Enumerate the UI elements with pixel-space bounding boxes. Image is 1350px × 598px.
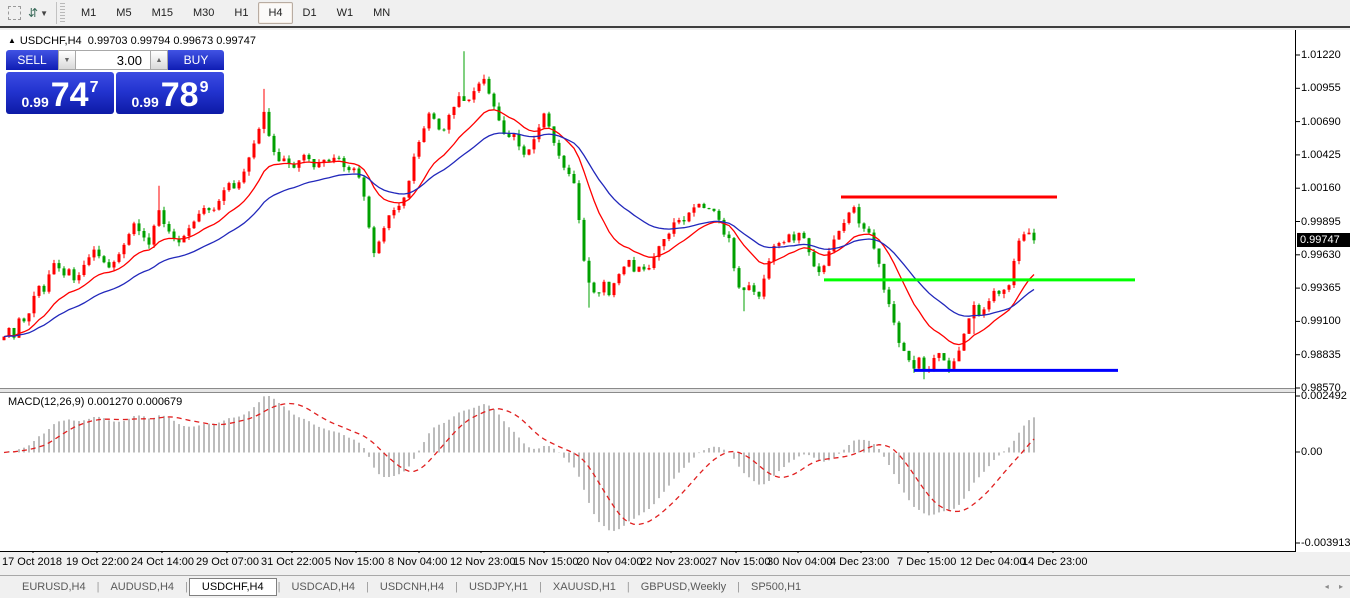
tab-scroll-arrows-icon[interactable]: ◂ ▸ (1325, 582, 1347, 591)
toolbar-grip[interactable] (60, 3, 65, 23)
macd-axis-label: 0.00 (1301, 446, 1322, 458)
time-axis-label: 14 Dec 23:00 (1022, 556, 1087, 568)
sell-button[interactable]: SELL (6, 50, 58, 70)
lot-decrease-button[interactable]: ▼ (58, 50, 76, 70)
time-axis-label: 30 Nov 04:00 (767, 556, 832, 568)
time-axis-label: 19 Oct 22:00 (66, 556, 129, 568)
price-axis-label: 0.99365 (1301, 282, 1341, 294)
time-axis-label: 27 Nov 15:00 (705, 556, 770, 568)
price-axis-label: 0.98835 (1301, 349, 1341, 361)
bottom-tab-USDCHF-H4[interactable]: USDCHF,H4 (189, 578, 277, 596)
bottom-tab-XAUUSD-H1[interactable]: XAUUSD,H1 (543, 579, 626, 595)
ma-slow-line (4, 133, 1034, 337)
time-axis-label: 8 Nov 04:00 (388, 556, 447, 568)
arrange-charts-icon[interactable]: ⇵ ▼ (28, 4, 48, 22)
current-price-badge: 0.99747 (1297, 233, 1350, 247)
macd-axis-label: -0.003913 (1301, 537, 1350, 549)
symbol-period-label: USDCHF,H4 (20, 35, 82, 47)
price-axis-label: 1.00425 (1301, 149, 1341, 161)
timeframe-button-M1[interactable]: M1 (71, 2, 106, 24)
timeframe-button-H4[interactable]: H4 (258, 2, 292, 24)
timeframe-button-H1[interactable]: H1 (224, 2, 258, 24)
bottom-tab-SP500-H1[interactable]: SP500,H1 (741, 579, 811, 595)
time-axis-label: 5 Nov 15:00 (325, 556, 384, 568)
time-axis-label: 12 Nov 23:00 (450, 556, 515, 568)
chart-tab-bar: EURUSD,H4|AUDUSD,H4|USDCHF,H4|USDCAD,H4|… (0, 575, 1350, 598)
buy-price-display[interactable]: 0.99 78 9 (116, 72, 224, 114)
price-axis-label: 1.00690 (1301, 116, 1341, 128)
time-axis-label: 22 Nov 23:00 (640, 556, 705, 568)
buy-price-sup: 9 (200, 80, 209, 96)
toolbar-separator (56, 2, 57, 24)
one-click-trade-panel: SELL ▼ 3.00 ▲ BUY 0.99 74 7 0.99 78 9 (6, 50, 224, 114)
time-axis-label: 4 Dec 23:00 (830, 556, 889, 568)
bottom-tab-AUDUSD-H4[interactable]: AUDUSD,H4 (100, 579, 184, 595)
pane-separator[interactable] (0, 389, 1296, 393)
timeframe-button-D1[interactable]: D1 (293, 2, 327, 24)
price-axis-label: 1.00160 (1301, 182, 1341, 194)
time-axis-label: 31 Oct 22:00 (261, 556, 324, 568)
macd-histogram (4, 396, 1034, 531)
mt4-window: ⇵ ▼ M1M5M15M30H1H4D1W1MN ▲ USDCHF,H4 0.99… (0, 0, 1350, 598)
ohlc-values: 0.99703 0.99794 0.99673 0.99747 (88, 35, 256, 47)
chart-shift-icon[interactable] (4, 4, 24, 22)
timeframe-toolbar: ⇵ ▼ M1M5M15M30H1H4D1W1MN (0, 0, 1350, 28)
bottom-tab-USDCNH-H4[interactable]: USDCNH,H4 (370, 579, 454, 595)
buy-button[interactable]: BUY (168, 50, 224, 70)
sell-price-big: 74 (51, 82, 89, 109)
time-axis-label: 29 Oct 07:00 (196, 556, 259, 568)
time-axis-label: 12 Dec 04:00 (960, 556, 1025, 568)
buy-price-big: 78 (161, 82, 199, 109)
bottom-tab-USDJPY-H1[interactable]: USDJPY,H1 (459, 579, 538, 595)
lot-size-input[interactable]: 3.00 (76, 50, 150, 70)
collapse-triangle-icon[interactable]: ▲ (8, 36, 16, 45)
sell-price-prefix: 0.99 (22, 95, 49, 109)
time-axis-label: 17 Oct 2018 (2, 556, 62, 568)
chart-ohlc-header: ▲ USDCHF,H4 0.99703 0.99794 0.99673 0.997… (8, 35, 256, 47)
macd-axis-label: 0.002492 (1301, 390, 1347, 402)
time-axis-label: 7 Dec 15:00 (897, 556, 956, 568)
bottom-tab-USDCAD-H4[interactable]: USDCAD,H4 (281, 579, 365, 595)
sell-price-display[interactable]: 0.99 74 7 (6, 72, 114, 114)
time-axis-label: 15 Nov 15:00 (513, 556, 578, 568)
bottom-tab-GBPUSD-Weekly[interactable]: GBPUSD,Weekly (631, 579, 736, 595)
time-axis-label: 20 Nov 04:00 (577, 556, 642, 568)
timeframe-button-W1[interactable]: W1 (327, 2, 364, 24)
price-axis-label: 1.01220 (1301, 49, 1341, 61)
timeframe-button-M15[interactable]: M15 (142, 2, 183, 24)
time-axis-label: 24 Oct 14:00 (131, 556, 194, 568)
bottom-tab-EURUSD-H4[interactable]: EURUSD,H4 (12, 579, 96, 595)
price-axis-label: 0.99630 (1301, 249, 1341, 261)
timeframe-button-MN[interactable]: MN (363, 2, 400, 24)
price-axis-label: 1.00955 (1301, 82, 1341, 94)
buy-price-prefix: 0.99 (132, 95, 159, 109)
price-axis-label: 0.99895 (1301, 216, 1341, 228)
arrows-icon: ⇵ (28, 7, 38, 19)
dropdown-caret-icon: ▼ (40, 9, 48, 18)
lot-increase-button[interactable]: ▲ (150, 50, 168, 70)
price-axis-label: 0.99100 (1301, 315, 1341, 327)
timeframe-button-M30[interactable]: M30 (183, 2, 224, 24)
sell-price-sup: 7 (90, 80, 99, 96)
macd-indicator-label: MACD(12,26,9) 0.001270 0.000679 (8, 396, 182, 408)
timeframe-button-M5[interactable]: M5 (106, 2, 141, 24)
